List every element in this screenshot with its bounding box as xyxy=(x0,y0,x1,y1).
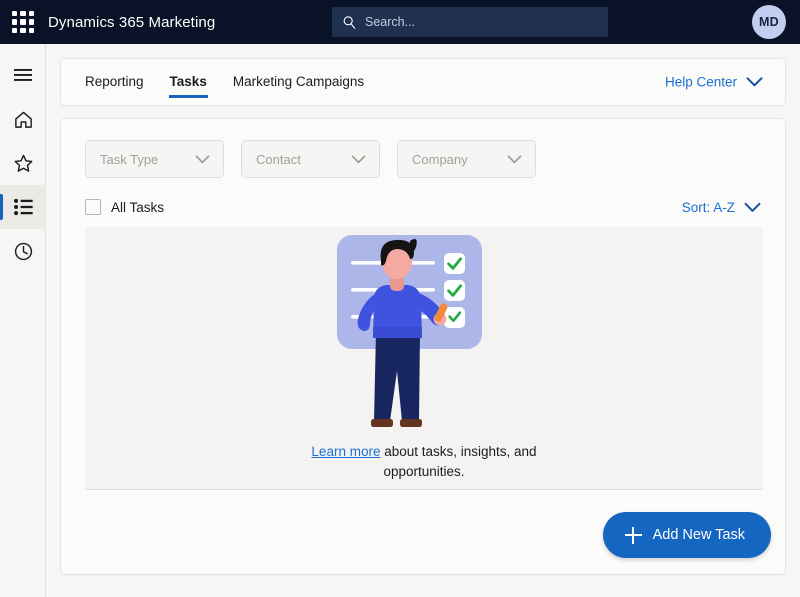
sidebar-item-home[interactable] xyxy=(0,97,46,141)
plus-icon xyxy=(624,526,642,544)
chevron-down-icon xyxy=(351,154,366,163)
list-icon xyxy=(13,198,33,216)
page-content: Reporting Tasks Marketing Campaigns Help… xyxy=(46,44,800,597)
tab-list: Reporting Tasks Marketing Campaigns xyxy=(85,74,364,98)
filter-task-type-label: Task Type xyxy=(100,151,159,167)
learn-more-link[interactable]: Learn more xyxy=(311,444,380,459)
top-bar: Dynamics 365 Marketing Search... MD xyxy=(0,0,800,44)
sidebar-item-tasks[interactable] xyxy=(0,185,46,229)
filter-company[interactable]: Company xyxy=(397,140,536,178)
add-new-task-button[interactable]: Add New Task xyxy=(602,512,771,558)
illustration-svg xyxy=(337,235,482,427)
filter-contact[interactable]: Contact xyxy=(241,140,380,178)
hamburger-menu-icon xyxy=(14,69,32,81)
app-launcher-icon[interactable] xyxy=(12,11,34,33)
chevron-down-icon xyxy=(195,154,210,163)
add-new-task-label: Add New Task xyxy=(652,527,745,543)
search-placeholder: Search... xyxy=(365,15,416,29)
empty-state-caption: Learn more about tasks, insights, and op… xyxy=(274,442,574,481)
sidebar-item-favorites[interactable] xyxy=(0,141,46,185)
chevron-down-icon xyxy=(744,202,761,212)
filter-contact-label: Contact xyxy=(256,151,301,167)
list-header: All Tasks Sort: A-Z xyxy=(85,196,761,218)
chevron-down-icon xyxy=(507,154,522,163)
tab-tasks[interactable]: Tasks xyxy=(168,74,209,98)
sidebar-item-menu[interactable] xyxy=(0,53,46,97)
tasks-card: Task Type Contact Company All Tasks Sort… xyxy=(60,118,786,575)
tab-marketing-campaigns[interactable]: Marketing Campaigns xyxy=(233,74,364,91)
tab-reporting[interactable]: Reporting xyxy=(85,74,144,91)
help-center-label: Help Center xyxy=(664,74,737,90)
all-tasks-checkbox[interactable]: All Tasks xyxy=(85,199,164,215)
filter-company-label: Company xyxy=(412,151,468,167)
search-input[interactable]: Search... xyxy=(332,7,608,37)
checkbox-box xyxy=(85,199,101,215)
all-tasks-label: All Tasks xyxy=(111,199,165,215)
task-checklist-illustration xyxy=(324,231,524,446)
sidebar xyxy=(0,44,46,597)
search-icon xyxy=(343,15,356,29)
app-root: Dynamics 365 Marketing Search... MD Repo… xyxy=(0,0,800,597)
avatar[interactable]: MD xyxy=(752,5,786,39)
sort-label: Sort: A-Z xyxy=(681,199,735,215)
sort-button[interactable]: Sort: A-Z xyxy=(682,200,761,215)
star-icon xyxy=(14,154,32,172)
home-icon xyxy=(14,111,32,128)
clock-icon xyxy=(14,242,32,260)
app-title: Dynamics 365 Marketing xyxy=(48,13,216,31)
avatar-initials: MD xyxy=(758,15,780,29)
filter-bar: Task Type Contact Company xyxy=(61,119,785,178)
chevron-down-icon xyxy=(746,77,763,87)
tab-bar: Reporting Tasks Marketing Campaigns Help… xyxy=(60,58,786,106)
help-center-button[interactable]: Help Center xyxy=(665,75,763,90)
filter-task-type[interactable]: Task Type xyxy=(85,140,224,178)
sidebar-item-recent[interactable] xyxy=(0,229,46,273)
empty-state-caption-text: about tasks, insights, and opportunities… xyxy=(380,444,537,479)
empty-state-panel: Learn more about tasks, insights, and op… xyxy=(85,227,763,490)
